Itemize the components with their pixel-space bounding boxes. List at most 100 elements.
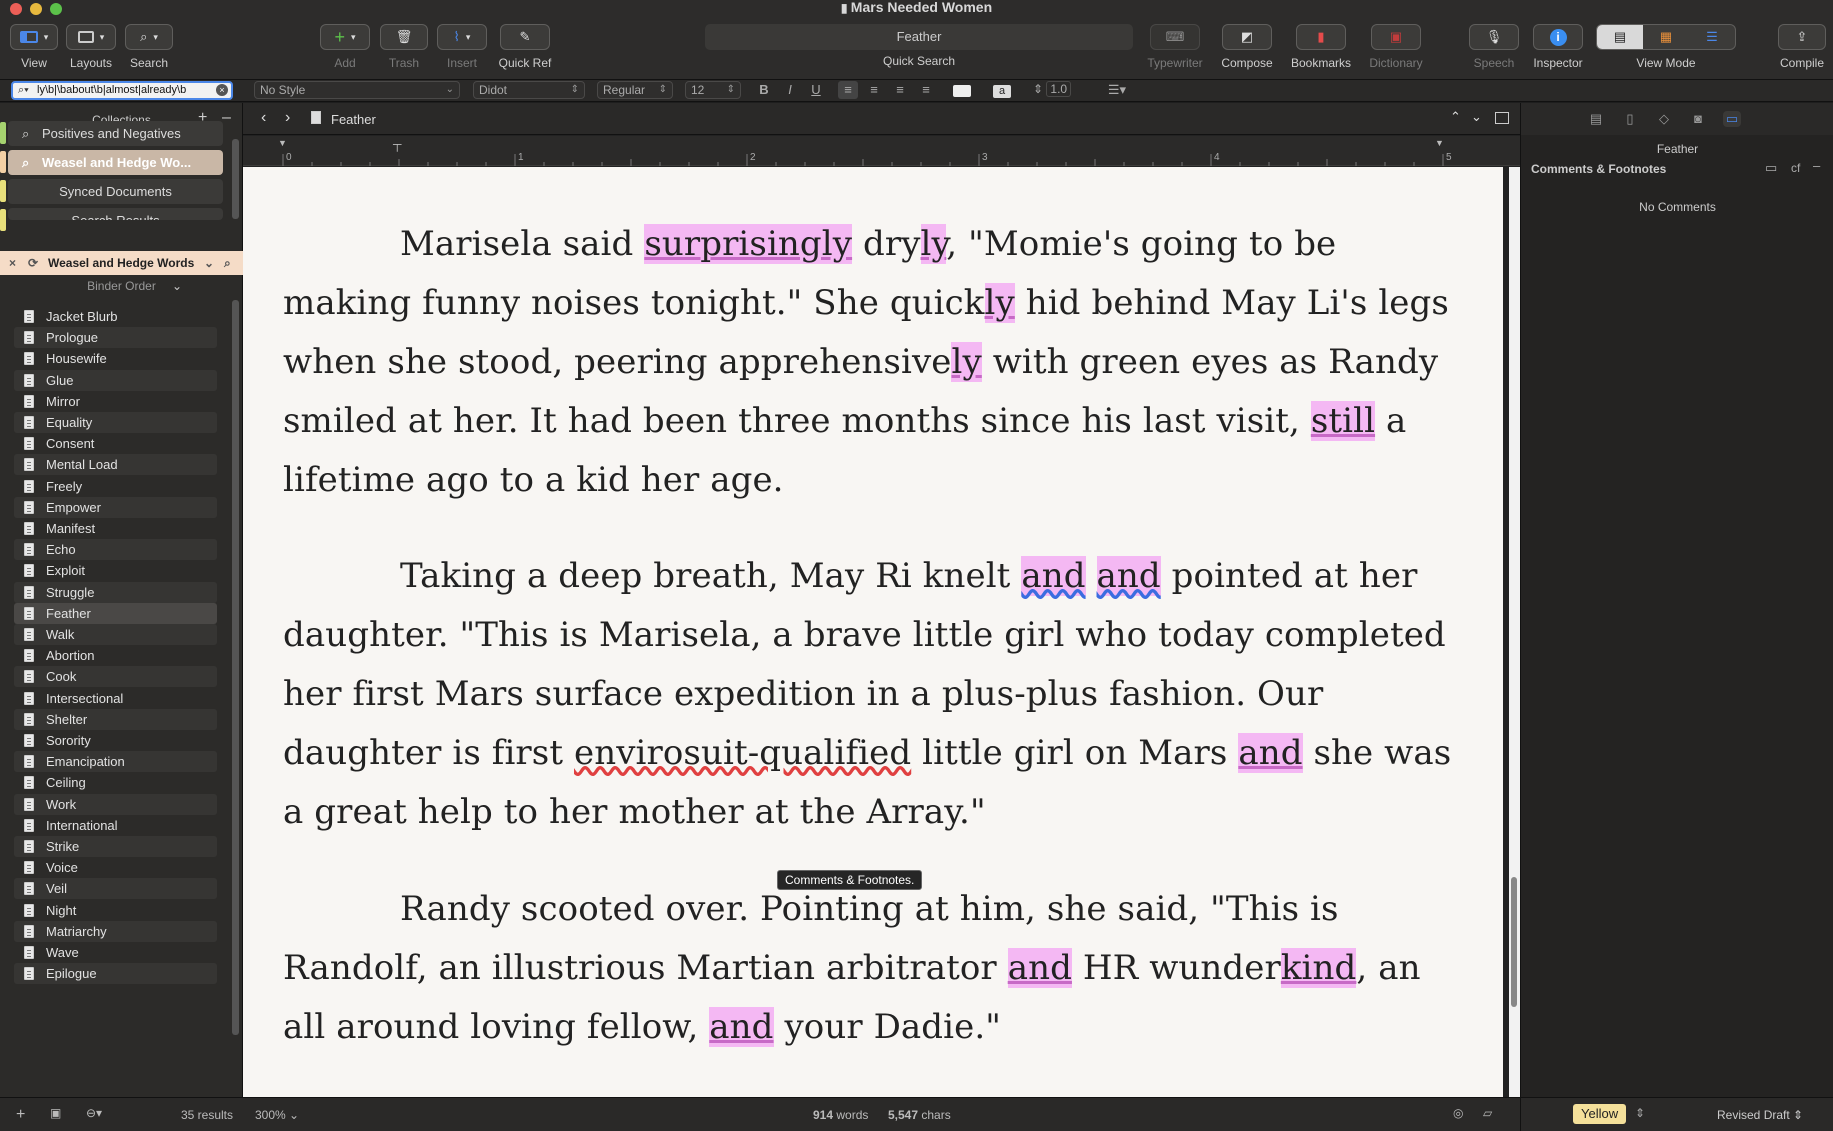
font-family-select[interactable]: Didot ⇕ (473, 81, 585, 99)
underline-button[interactable]: U (806, 81, 826, 99)
binder-item[interactable]: Matriarchy (14, 920, 217, 942)
binder-item[interactable]: Walk (14, 624, 217, 645)
corkboard-icon[interactable]: ▦ (1643, 25, 1689, 49)
compose-button[interactable]: ◩ Compose (1218, 24, 1276, 70)
bold-button[interactable]: B (754, 81, 774, 99)
clear-search-icon[interactable]: × (216, 84, 228, 96)
remove-collection-icon[interactable]: – (222, 109, 231, 127)
paragraph-1[interactable]: Marisela said surprisingly dryly, "Momie… (283, 215, 1463, 510)
add-comment-icon[interactable]: ▭ (1765, 160, 1777, 176)
binder-item[interactable]: Housewife (14, 348, 217, 369)
binder-item[interactable]: Voice (14, 857, 217, 878)
collection-item[interactable]: ⌕ Positives and Negatives (8, 121, 223, 146)
binder-item[interactable]: Strike (14, 836, 217, 857)
binder-item[interactable]: Glue (14, 369, 217, 391)
binder-item[interactable]: Emancipation (14, 751, 217, 773)
first-line-indent-marker[interactable]: ┬ (393, 137, 402, 151)
binder-item[interactable]: Abortion (14, 645, 217, 666)
trash-button[interactable]: 🗑 Trash (380, 24, 428, 70)
editor-scrollbar[interactable] (1509, 167, 1520, 1099)
binder-item[interactable]: Mirror (14, 391, 217, 412)
search-icon[interactable]: ⌕ (224, 251, 231, 275)
binder-item[interactable]: Equality (14, 412, 217, 433)
binder-item[interactable]: Consent (14, 433, 217, 454)
label-select[interactable]: Yellow (1573, 1104, 1627, 1124)
folder-icon[interactable]: ▣ (50, 1106, 61, 1120)
close-icon[interactable]: × (9, 251, 16, 275)
align-justify-icon[interactable]: ≡ (916, 81, 936, 99)
dictionary-button[interactable]: ▣ Dictionary (1364, 24, 1428, 70)
add-icon[interactable]: + (16, 1106, 25, 1124)
binder-item[interactable]: Night (14, 900, 217, 921)
binder-item[interactable]: Mental Load (14, 454, 217, 476)
binder-item[interactable]: Veil (14, 878, 217, 900)
binder-order-select[interactable]: Binder Order ⌄ (0, 275, 243, 297)
label-stepper-icon[interactable]: ⇕ (1635, 1106, 1645, 1120)
binder-item[interactable]: Echo (14, 539, 217, 561)
view-mode-control[interactable]: ▤ ▦ ☰ View Mode (1596, 24, 1736, 70)
quick-search-field[interactable]: Feather (705, 24, 1133, 50)
layouts-button[interactable]: ▾ Layouts (66, 24, 116, 70)
target-icon[interactable]: ◎ (1453, 1106, 1463, 1120)
binder-item[interactable]: Ceiling (14, 772, 217, 793)
back-icon[interactable]: ‹ (261, 109, 266, 127)
align-left-icon[interactable]: ≡ (838, 81, 858, 99)
inspector-button[interactable]: i Inspector (1530, 24, 1586, 70)
collection-item[interactable]: Synced Documents (8, 179, 223, 204)
ruler[interactable]: 0 1 2 3 4 5 ▼ ┬ ▼ (243, 136, 1520, 166)
paragraph-3[interactable]: Randy scooted over. Pointing at him, she… (283, 880, 1463, 1057)
align-center-icon[interactable]: ≡ (864, 81, 884, 99)
forward-icon[interactable]: › (285, 109, 290, 127)
comments-tab-icon[interactable]: ▭ (1723, 111, 1741, 127)
split-editor-icon[interactable] (1495, 112, 1509, 124)
collection-item[interactable]: Search Results (8, 208, 223, 220)
align-right-icon[interactable]: ≡ (890, 81, 910, 99)
insert-button[interactable]: ⌇ ▾ Insert (437, 24, 487, 70)
font-size-select[interactable]: 12 ⇕ (685, 81, 741, 99)
quick-ref-button[interactable]: ✎ Quick Ref (498, 24, 552, 70)
paragraph-style-select[interactable]: No Style ⌄ (254, 81, 460, 99)
note-icon[interactable]: ▱ (1483, 1106, 1492, 1120)
right-indent-marker[interactable]: ▼ (1435, 138, 1444, 148)
binder-item[interactable]: Intersectional (14, 688, 217, 709)
chevron-up-icon[interactable]: ⌃ (1450, 109, 1461, 125)
binder-item[interactable]: Sorority (14, 730, 217, 751)
search-button[interactable]: ⌕ ▾ Search (125, 24, 173, 70)
binder-item[interactable]: Empower (14, 496, 217, 518)
binder-item[interactable]: Cook (14, 666, 217, 688)
add-button[interactable]: + ▾ Add (320, 24, 370, 70)
compile-button[interactable]: ⇪ Compile (1776, 24, 1828, 70)
italic-button[interactable]: I (780, 81, 800, 99)
settings-icon[interactable]: ⊖▾ (86, 1106, 102, 1120)
notes-tab-icon[interactable]: ▤ (1587, 111, 1605, 127)
add-footnote-button[interactable]: cf (1791, 161, 1800, 175)
scrivenings-icon[interactable]: ▤ (1597, 25, 1643, 49)
document-page[interactable]: Marisela said surprisingly dryly, "Momie… (243, 167, 1503, 1099)
snapshots-tab-icon[interactable]: ◙ (1689, 111, 1707, 127)
binder-item[interactable]: Prologue (14, 327, 217, 349)
editor-scroll-thumb[interactable] (1511, 877, 1517, 1007)
left-indent-marker[interactable]: ▼ (278, 138, 287, 148)
view-button[interactable]: ▾ View (10, 24, 58, 70)
project-search-field[interactable]: ⌕▾ ly\b|\babout\b|almost|already\b × (11, 81, 233, 100)
zoom-select[interactable]: 300% ⌄ (255, 1108, 299, 1122)
typewriter-button[interactable]: ⌨ Typewriter (1143, 24, 1207, 70)
binder-item[interactable]: International (14, 815, 217, 836)
binder-item[interactable]: Feather (14, 602, 217, 624)
binder-item[interactable]: Freely (14, 476, 217, 497)
binder-item[interactable]: Wave (14, 942, 217, 963)
refresh-icon[interactable]: ⟳ (28, 251, 38, 275)
collection-item[interactable]: ⌕ Weasel and Hedge Wo... (8, 150, 223, 175)
font-weight-select[interactable]: Regular ⇕ (597, 81, 673, 99)
text-color-button[interactable] (948, 81, 976, 99)
binder-item[interactable]: Struggle (14, 581, 217, 603)
binder-item[interactable]: Work (14, 793, 217, 815)
binder-item[interactable]: Manifest (14, 518, 217, 539)
binder-item[interactable]: Shelter (14, 708, 217, 730)
binder-scrollbar[interactable] (232, 300, 239, 1035)
line-spacing-select[interactable]: ⇕ 1.0 (1028, 81, 1088, 99)
highlight-color-button[interactable]: a (988, 81, 1016, 99)
search-results-bar[interactable]: × ⟳ Weasel and Hedge Words ⌄ ⌕ (0, 251, 243, 275)
binder-item[interactable]: Exploit (14, 560, 217, 581)
bookmark-tab-icon[interactable]: ▯ (1621, 111, 1639, 127)
